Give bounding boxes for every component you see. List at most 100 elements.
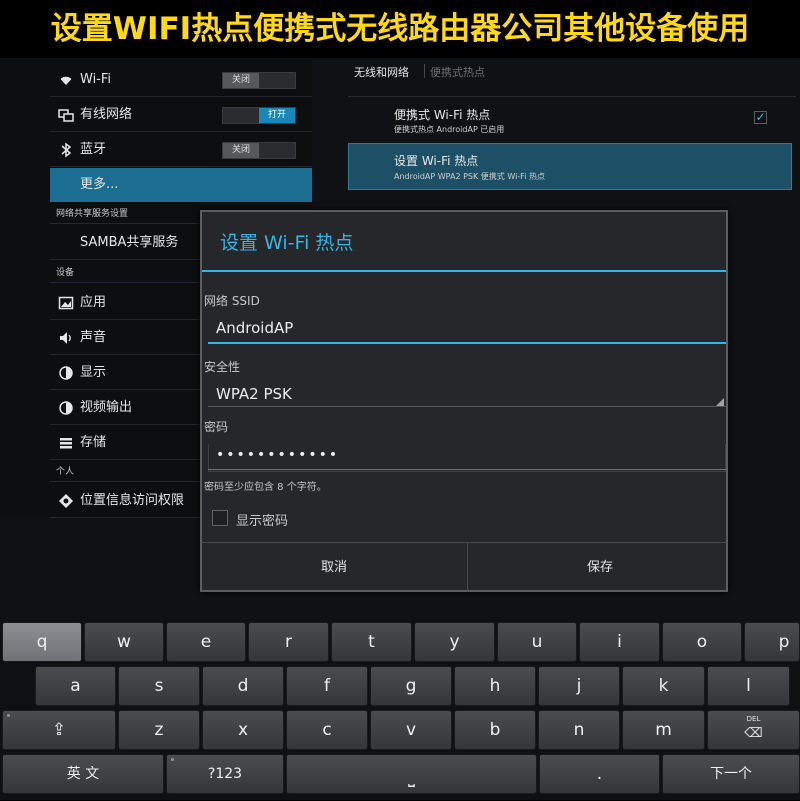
wifi-icon <box>58 72 74 88</box>
bluetooth-icon <box>58 142 74 158</box>
key-w[interactable]: w <box>84 622 164 662</box>
symbols-key[interactable]: ?123 <box>166 754 284 794</box>
settings-item-label: Wi-Fi <box>80 72 112 87</box>
key-l[interactable]: l <box>707 666 790 706</box>
hotspot-checkbox[interactable]: ✓ <box>754 111 767 124</box>
settings-item-label: 存储 <box>80 435 107 450</box>
key-p[interactable]: p <box>744 622 800 662</box>
ethernet-toggle[interactable]: 打开 <box>222 107 296 124</box>
key-f[interactable]: f <box>286 666 368 706</box>
key-g[interactable]: g <box>370 666 452 706</box>
settings-item-label: SAMBA共享服务 <box>80 235 179 250</box>
dropdown-arrow-icon <box>716 398 724 406</box>
settings-item-label: 位置信息访问权限 <box>80 493 185 508</box>
key-n[interactable]: n <box>538 710 620 750</box>
ssid-input-underline <box>208 342 726 344</box>
settings-item-label: 蓝牙 <box>80 142 107 157</box>
ethernet-icon <box>58 107 74 123</box>
settings-item-label: 应用 <box>80 295 107 310</box>
soft-keyboard: q w e r t y u i o p a s d f g h j k l ⇪ … <box>0 620 800 800</box>
setup-hotspot-title: 设置 Wi-Fi 热点 <box>394 154 479 168</box>
bluetooth-toggle[interactable]: 关闭 <box>222 142 296 159</box>
ssid-input[interactable]: AndroidAP <box>208 315 726 341</box>
setup-hotspot-subtitle: AndroidAP WPA2 PSK 便携式 Wi-Fi 热点 <box>394 172 545 181</box>
settings-item-label: 显示 <box>80 365 107 380</box>
password-label: 密码 <box>204 420 229 434</box>
password-input[interactable]: •••••••••••• <box>208 442 726 468</box>
hotspot-title: 便携式 Wi-Fi 热点 <box>394 108 491 122</box>
android-settings-screen: Wi-Fi 关闭 有线网络 打开 蓝牙 关闭 更多... 网络共享服务设置 SA… <box>0 58 800 620</box>
key-v[interactable]: v <box>370 710 452 750</box>
storage-icon <box>58 435 74 451</box>
divider <box>348 96 796 97</box>
delete-key[interactable]: DEL ⌫ <box>707 710 800 750</box>
key-r[interactable]: r <box>248 622 329 662</box>
cancel-button[interactable]: 取消 <box>202 543 466 590</box>
key-m[interactable]: m <box>622 710 705 750</box>
security-select[interactable]: WPA2 PSK <box>208 381 726 407</box>
password-underline <box>208 469 726 470</box>
show-password-checkbox[interactable] <box>212 510 228 526</box>
key-a[interactable]: a <box>35 666 116 706</box>
backspace-icon: ⌫ <box>744 726 763 741</box>
key-i[interactable]: i <box>579 622 660 662</box>
toggle-label: 打开 <box>259 108 295 123</box>
hotspot-settings-dialog: 设置 Wi-Fi 热点 网络 SSID AndroidAP 安全性 WPA2 P… <box>200 210 728 592</box>
key-q[interactable]: q <box>2 622 82 662</box>
symbols-key-label: ?123 <box>207 766 243 782</box>
security-label: 安全性 <box>204 360 241 374</box>
key-corner-dot <box>171 758 174 761</box>
settings-item-label: 视频输出 <box>80 400 133 415</box>
language-key[interactable]: 英 文 <box>2 754 164 794</box>
shift-icon: ⇪ <box>51 720 67 740</box>
key-e[interactable]: e <box>166 622 246 662</box>
key-c[interactable]: c <box>286 710 368 750</box>
key-o[interactable]: o <box>662 622 742 662</box>
show-password-label[interactable]: 显示密码 <box>236 510 288 529</box>
save-button[interactable]: 保存 <box>468 543 732 590</box>
breadcrumb-separator <box>424 64 425 78</box>
dialog-title-divider <box>202 270 726 272</box>
security-underline <box>208 406 726 407</box>
video-output-icon <box>58 400 74 416</box>
dialog-title: 设置 Wi-Fi 热点 <box>220 232 354 254</box>
shift-key[interactable]: ⇪ <box>2 710 116 750</box>
key-y[interactable]: y <box>414 622 495 662</box>
settings-item-bluetooth[interactable]: 蓝牙 关闭 <box>50 133 312 167</box>
password-hint: 密码至少应包含 8 个字符。 <box>204 482 327 493</box>
next-key[interactable]: 下一个 <box>662 754 800 794</box>
settings-item-ethernet[interactable]: 有线网络 打开 <box>50 98 312 132</box>
breadcrumb-hotspot[interactable]: 便携式热点 <box>430 64 485 80</box>
key-h[interactable]: h <box>454 666 536 706</box>
settings-item-more[interactable]: 更多... <box>50 168 312 202</box>
sound-icon <box>58 330 74 346</box>
hotspot-subtitle: 便携式热点 AndroidAP 已启用 <box>394 125 505 134</box>
settings-item-label: 声音 <box>80 330 107 345</box>
ssid-label: 网络 SSID <box>204 294 260 308</box>
apps-icon <box>58 295 74 311</box>
key-k[interactable]: k <box>622 666 705 706</box>
display-icon <box>58 365 74 381</box>
page-banner: 设置WIFI热点便携式无线路由器公司其他设备使用 <box>0 0 800 58</box>
space-key[interactable]: ⎵ <box>286 754 537 794</box>
key-x[interactable]: x <box>202 710 284 750</box>
toggle-label: 关闭 <box>223 73 259 88</box>
breadcrumb-wireless[interactable]: 无线和网络 <box>354 64 409 80</box>
key-d[interactable]: d <box>202 666 284 706</box>
settings-item-label: 有线网络 <box>80 107 133 122</box>
location-icon <box>58 493 74 509</box>
wifi-toggle[interactable]: 关闭 <box>222 72 296 89</box>
key-u[interactable]: u <box>497 622 577 662</box>
key-z[interactable]: z <box>118 710 200 750</box>
setup-hotspot-item[interactable]: 设置 Wi-Fi 热点 AndroidAP WPA2 PSK 便携式 Wi-Fi… <box>348 143 792 190</box>
key-j[interactable]: j <box>538 666 620 706</box>
period-key[interactable]: . <box>539 754 660 794</box>
settings-item-label: 更多... <box>80 177 119 192</box>
key-t[interactable]: t <box>331 622 412 662</box>
key-corner-dot <box>7 714 10 717</box>
toggle-label: 关闭 <box>223 143 259 158</box>
key-b[interactable]: b <box>454 710 536 750</box>
delete-label: DEL <box>746 715 761 723</box>
settings-item-wifi[interactable]: Wi-Fi 关闭 <box>50 63 312 97</box>
key-s[interactable]: s <box>118 666 200 706</box>
